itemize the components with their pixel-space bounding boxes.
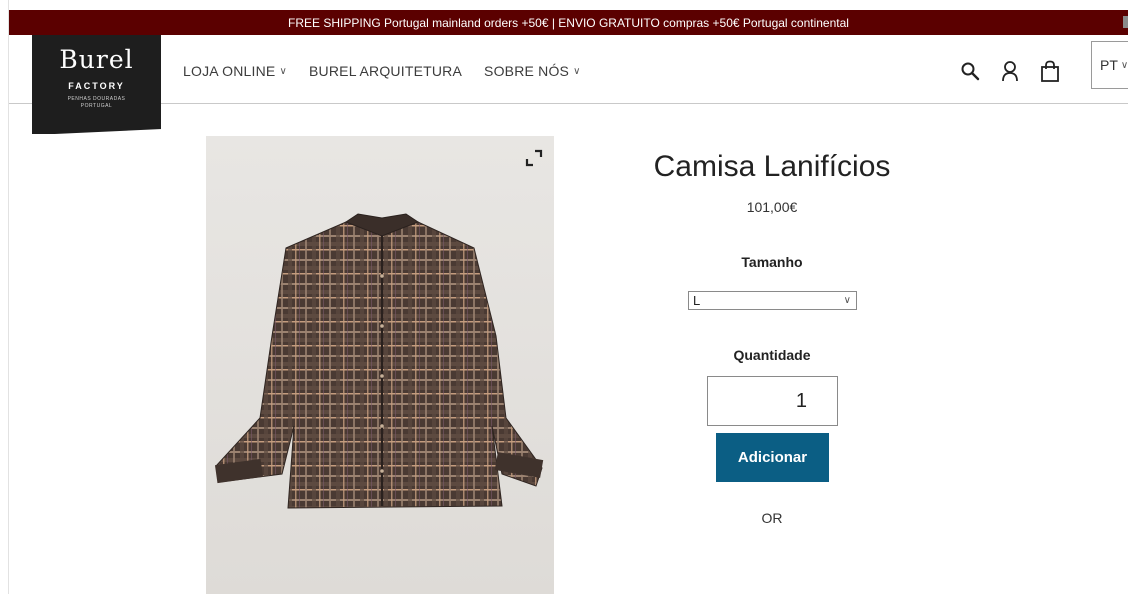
logo-notch	[33, 129, 162, 135]
scroll-edge	[1123, 16, 1128, 28]
chevron-down-icon: ∨	[279, 65, 287, 77]
announcement-text: FREE SHIPPING Portugal mainland orders +…	[288, 15, 849, 30]
add-to-cart-button[interactable]: Adicionar	[716, 433, 829, 482]
quantity-label: Quantidade	[733, 347, 811, 363]
size-select[interactable]: L ∨	[688, 291, 857, 310]
size-label: Tamanho	[741, 254, 803, 270]
header-icons	[959, 59, 1061, 83]
burel-factory-logo[interactable]: Burel FACTORY PENHAS DOURADAS PORTUGAL	[32, 35, 162, 135]
chevron-down-icon: ∨	[843, 295, 851, 306]
nav-item-label: BUREL ARQUITETURA	[309, 63, 463, 79]
chevron-down-icon: ∨	[1120, 59, 1128, 71]
nav-item-sobre-nos[interactable]: SOBRE NÓS ∨	[484, 63, 581, 79]
search-icon[interactable]	[959, 59, 981, 83]
site-header: Burel FACTORY PENHAS DOURADAS PORTUGAL L…	[9, 35, 1128, 135]
product-image[interactable]	[206, 136, 554, 594]
main-nav: LOJA ONLINE ∨ BUREL ARQUITETURA SOBRE NÓ…	[183, 63, 581, 79]
or-separator: OR	[761, 510, 783, 526]
logo-tag-line1: PENHAS DOURADAS	[67, 96, 126, 102]
expand-icon[interactable]	[524, 148, 544, 168]
nav-item-loja-online[interactable]: LOJA ONLINE ∨	[183, 63, 287, 79]
size-value: L	[693, 293, 701, 308]
account-icon[interactable]	[999, 59, 1021, 83]
product-title: Camisa Lanifícios	[653, 150, 891, 183]
logo-factory: FACTORY	[68, 81, 125, 91]
cart-icon[interactable]	[1039, 59, 1061, 83]
logo-tag-line2: PORTUGAL	[80, 103, 113, 109]
chevron-down-icon: ∨	[573, 65, 581, 77]
nav-item-burel-arquitetura[interactable]: BUREL ARQUITETURA	[309, 63, 462, 79]
language-value: PT	[1100, 57, 1118, 73]
product-price: 101,00€	[746, 199, 798, 215]
logo-tagline: PENHAS DOURADAS PORTUGAL	[32, 96, 161, 110]
announcement-bar: FREE SHIPPING Portugal mainland orders +…	[9, 10, 1128, 35]
nav-item-label: LOJA ONLINE	[183, 63, 276, 79]
shirt-image	[206, 136, 554, 594]
logo-script: Burel	[59, 45, 134, 74]
quantity-input[interactable]: 1	[707, 376, 838, 426]
nav-item-label: SOBRE NÓS	[484, 63, 570, 79]
language-selector[interactable]: PT ∨	[1091, 41, 1128, 89]
